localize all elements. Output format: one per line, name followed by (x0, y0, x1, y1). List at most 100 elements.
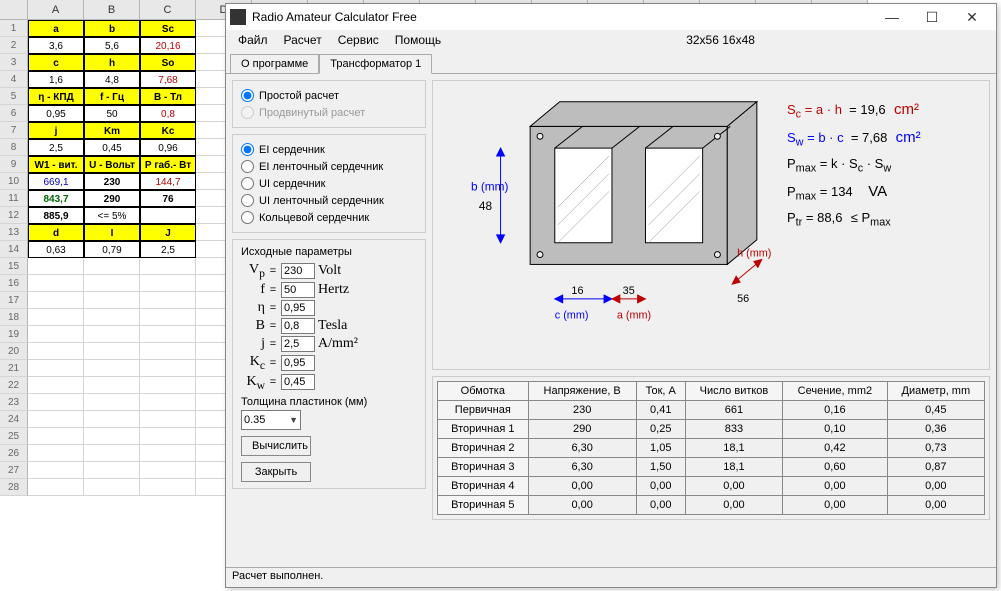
cell[interactable] (28, 428, 84, 445)
row-header[interactable]: 28 (0, 479, 28, 496)
row-header[interactable]: 1 (0, 20, 28, 37)
cell[interactable]: 290 (84, 190, 140, 207)
row-header[interactable]: 25 (0, 428, 28, 445)
table-cell[interactable]: 0,00 (528, 496, 636, 515)
cell[interactable] (140, 479, 196, 496)
row-header[interactable]: 14 (0, 241, 28, 258)
cell[interactable]: 50 (84, 105, 140, 122)
cell[interactable] (84, 275, 140, 292)
table-cell[interactable]: 0,00 (636, 477, 685, 496)
table-cell[interactable]: 0,36 (887, 420, 984, 439)
table-cell[interactable]: 0,00 (887, 496, 984, 515)
table-cell[interactable]: 0,87 (887, 458, 984, 477)
cell[interactable]: 144,7 (140, 173, 196, 190)
cell[interactable]: 0,96 (140, 139, 196, 156)
table-cell[interactable]: 0,45 (887, 401, 984, 420)
table-cell[interactable]: 0,60 (783, 458, 888, 477)
row-header[interactable]: 12 (0, 207, 28, 224)
table-cell[interactable]: 661 (685, 401, 782, 420)
menu-file[interactable]: Файл (230, 33, 276, 47)
table-cell[interactable]: 0,16 (783, 401, 888, 420)
cell[interactable]: 0,79 (84, 241, 140, 258)
cell[interactable]: Kc (140, 122, 196, 139)
cell[interactable] (84, 462, 140, 479)
row-header[interactable]: 9 (0, 156, 28, 173)
col-header[interactable]: B (84, 0, 140, 20)
param-eta-input[interactable] (281, 300, 315, 316)
cell[interactable] (28, 326, 84, 343)
cell[interactable] (140, 360, 196, 377)
cell[interactable]: 4,8 (84, 71, 140, 88)
cell[interactable]: <= 5% (84, 207, 140, 224)
cell[interactable] (84, 326, 140, 343)
param-b-input[interactable] (281, 318, 315, 334)
cell[interactable] (28, 360, 84, 377)
menu-help[interactable]: Помощь (387, 33, 449, 47)
row-header[interactable]: 16 (0, 275, 28, 292)
row-header[interactable]: 2 (0, 37, 28, 54)
param-vp-input[interactable] (281, 263, 315, 279)
cell[interactable]: Sc (140, 20, 196, 37)
table-cell[interactable]: 290 (528, 420, 636, 439)
row-header[interactable]: 18 (0, 309, 28, 326)
table-cell[interactable]: 0,25 (636, 420, 685, 439)
cell[interactable] (84, 394, 140, 411)
cell[interactable] (28, 377, 84, 394)
table-cell[interactable]: 0,10 (783, 420, 888, 439)
row-header[interactable]: 23 (0, 394, 28, 411)
cell[interactable]: 5,6 (84, 37, 140, 54)
cell[interactable] (84, 428, 140, 445)
table-cell[interactable]: 0,00 (528, 477, 636, 496)
cell[interactable]: Km (84, 122, 140, 139)
cell[interactable] (28, 292, 84, 309)
tab-about[interactable]: О программе (230, 54, 319, 74)
row-header[interactable]: 11 (0, 190, 28, 207)
radio-ring[interactable] (241, 211, 254, 224)
cell[interactable]: 0,63 (28, 241, 84, 258)
cell[interactable]: U - Вольт (84, 156, 140, 173)
cell[interactable] (28, 411, 84, 428)
cell[interactable] (84, 360, 140, 377)
cell[interactable] (140, 377, 196, 394)
table-cell[interactable]: 0,00 (887, 477, 984, 496)
cell[interactable]: J (140, 224, 196, 241)
param-f-input[interactable] (281, 282, 315, 298)
maximize-button[interactable]: ☐ (912, 4, 952, 30)
menu-calc[interactable]: Расчет (276, 33, 330, 47)
cell[interactable] (140, 207, 196, 224)
row-header[interactable]: 24 (0, 411, 28, 428)
row-header[interactable]: 26 (0, 445, 28, 462)
row-header[interactable]: 8 (0, 139, 28, 156)
cell[interactable]: 3,6 (28, 37, 84, 54)
cell[interactable]: 7,68 (140, 71, 196, 88)
cell[interactable]: 669,1 (28, 173, 84, 190)
cell[interactable] (140, 343, 196, 360)
table-cell[interactable]: 833 (685, 420, 782, 439)
row-header[interactable]: 21 (0, 360, 28, 377)
table-cell[interactable]: 18,1 (685, 458, 782, 477)
cell[interactable]: W1 - вит. (28, 156, 84, 173)
cell[interactable]: η - КПД (28, 88, 84, 105)
cell[interactable] (84, 377, 140, 394)
col-header[interactable]: A (28, 0, 84, 20)
cell[interactable]: Р габ.- Вт (140, 156, 196, 173)
cell[interactable] (140, 462, 196, 479)
cell[interactable]: 76 (140, 190, 196, 207)
table-cell[interactable]: 1,50 (636, 458, 685, 477)
table-cell[interactable]: 230 (528, 401, 636, 420)
tab-transformer-1[interactable]: Трансформатор 1 (319, 54, 432, 74)
cell[interactable] (84, 479, 140, 496)
table-cell[interactable]: 6,30 (528, 439, 636, 458)
cell[interactable] (28, 258, 84, 275)
table-cell[interactable]: 0,00 (685, 477, 782, 496)
cell[interactable] (140, 428, 196, 445)
cell[interactable] (28, 394, 84, 411)
table-cell[interactable]: 0,00 (783, 477, 888, 496)
row-header[interactable]: 10 (0, 173, 28, 190)
cell[interactable]: c (28, 54, 84, 71)
row-header[interactable]: 3 (0, 54, 28, 71)
row-header[interactable]: 17 (0, 292, 28, 309)
cell[interactable]: 2,5 (140, 241, 196, 258)
cell[interactable]: 230 (84, 173, 140, 190)
cell[interactable] (28, 309, 84, 326)
